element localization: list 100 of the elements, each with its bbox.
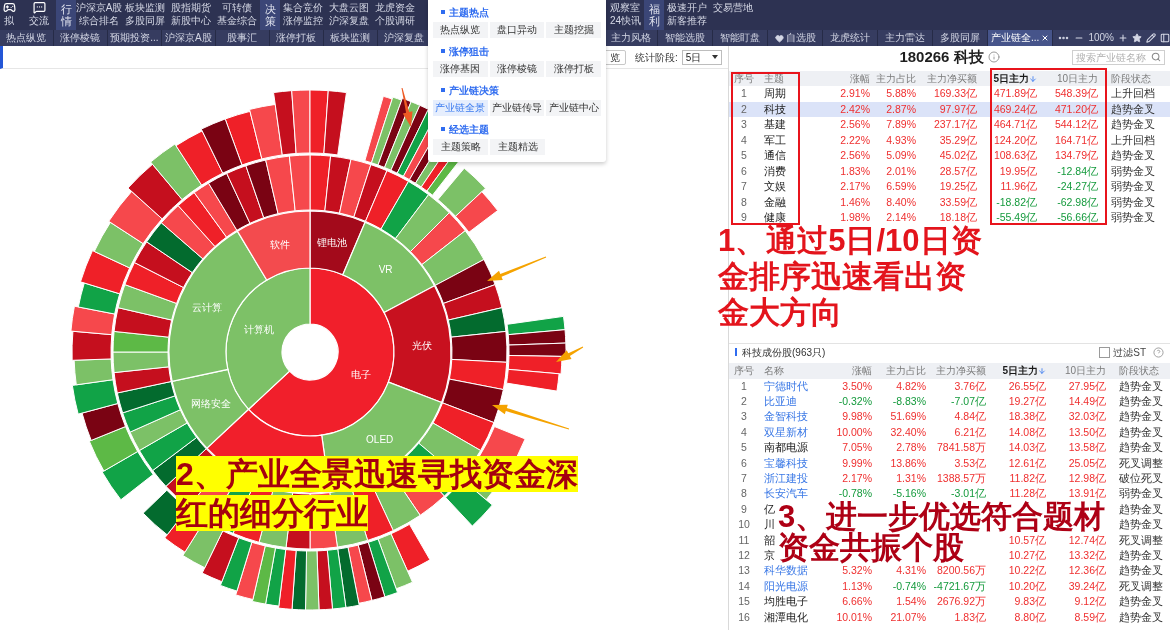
column-header[interactable]: 10日主力 xyxy=(1056,71,1098,86)
menu-item[interactable]: 产业链中心 xyxy=(546,100,601,116)
stock-name[interactable]: 川 xyxy=(764,517,775,533)
table-row[interactable]: 4 军工 2.22% 4.93% 35.29亿 124.20亿 164.71亿 上升回档 xyxy=(729,132,1170,148)
tab[interactable]: 涨停打板 xyxy=(269,30,324,46)
menu-link[interactable]: 可转债 xyxy=(222,1,252,14)
menu-link[interactable]: 集合竞价 xyxy=(283,1,323,14)
tab[interactable]: 产业链全... xyxy=(988,30,1054,46)
table-cell: 14.49亿 xyxy=(1068,394,1106,410)
column-header[interactable]: 名称 xyxy=(764,363,784,378)
pencil-icon[interactable] xyxy=(1146,33,1156,43)
stock-name[interactable]: 阳光电源 xyxy=(764,578,808,594)
column-header[interactable]: 5日主力 xyxy=(1002,363,1046,378)
stock-name[interactable]: 比亚迪 xyxy=(764,394,797,410)
tab[interactable]: 预期投资... xyxy=(107,30,162,46)
menu-item[interactable]: 主题精选 xyxy=(490,139,545,155)
menu-link[interactable]: 新客推荐 xyxy=(667,14,707,27)
menu-item[interactable]: 涨停基因 xyxy=(433,61,488,77)
tab[interactable]: 涨停棱镜 xyxy=(53,30,108,46)
menu-link[interactable]: 股指期货 xyxy=(171,1,211,14)
menu-item[interactable]: 热点纵览 xyxy=(433,22,488,38)
overview-button[interactable]: 览 xyxy=(604,49,626,65)
menu-link[interactable]: 观察室 xyxy=(610,1,640,14)
column-header[interactable]: 阶段状态 xyxy=(1111,71,1151,86)
menu-link[interactable]: 沪深复盘 xyxy=(329,14,369,27)
menu-link[interactable]: 新股中心 xyxy=(171,14,211,27)
menu-link[interactable]: 板块监测 xyxy=(125,1,165,14)
tab[interactable]: 股事汇 xyxy=(215,30,270,46)
column-header[interactable]: 阶段状态 xyxy=(1119,363,1159,378)
stock-name[interactable]: 京 xyxy=(764,548,775,563)
checkbox[interactable] xyxy=(1099,346,1111,358)
theme-name: 健康 xyxy=(764,210,786,224)
tab[interactable]: 智能选股 xyxy=(658,30,714,46)
tab[interactable]: 主力雷达 xyxy=(878,30,934,46)
menu-item[interactable]: 产业链传导 xyxy=(489,100,545,116)
table-row[interactable]: 7 文娱 2.17% 6.59% 19.25亿 11.96亿 -24.27亿 弱势金叉 xyxy=(729,179,1170,195)
search-icon[interactable] xyxy=(1151,52,1161,62)
table-row[interactable]: 8 金融 1.46% 8.40% 33.59亿 -18.82亿 -62.98亿 弱势金叉 xyxy=(729,194,1170,210)
panel-icon[interactable] xyxy=(1160,33,1170,43)
stock-name[interactable]: 科华数据 xyxy=(764,563,808,579)
menu-item[interactable]: 主题策略 xyxy=(433,139,488,155)
stock-name[interactable]: 亿 xyxy=(764,501,775,517)
menu-link[interactable]: 综合排名 xyxy=(79,14,119,27)
column-header[interactable]: 主力占比 xyxy=(876,71,916,86)
menu-link[interactable]: 个股调研 xyxy=(375,14,415,27)
stock-name[interactable]: 长安汽车 xyxy=(764,486,808,502)
stock-name[interactable]: 宝馨科技 xyxy=(764,455,808,471)
stock-name[interactable]: 韶 xyxy=(764,532,775,548)
shortcut-button[interactable]: 交流 xyxy=(26,0,52,30)
menu-item[interactable]: 产业链全景 xyxy=(433,100,488,116)
column-header[interactable]: 主题 xyxy=(764,71,784,86)
tab[interactable]: 智能盯盘 xyxy=(713,30,769,46)
menu-link[interactable]: 多股同屏 xyxy=(125,14,165,27)
menu-link[interactable]: 龙虎资金 xyxy=(375,1,415,14)
stock-name[interactable]: 均胜电子 xyxy=(764,594,808,610)
column-header[interactable]: 涨幅 xyxy=(852,363,872,378)
menu-item[interactable]: 涨停棱镜 xyxy=(489,61,545,77)
column-header[interactable]: 主力净买额 xyxy=(936,363,986,378)
table-cell: 10.01% xyxy=(836,609,872,625)
stock-name[interactable]: 金智科技 xyxy=(764,409,808,425)
tab[interactable]: 自选股 xyxy=(768,30,824,46)
column-header[interactable]: 序号 xyxy=(734,363,754,378)
menu-item[interactable]: 涨停打板 xyxy=(546,61,601,77)
column-header[interactable]: 主力净买额 xyxy=(927,71,977,86)
table-row[interactable]: 3 基建 2.56% 7.89% 237.17亿 464.71亿 544.12亿 趋势金叉 xyxy=(729,117,1170,133)
table-row[interactable]: 9 健康 1.98% 2.14% 18.18亿 -55.49亿 -56.66亿 弱势金叉 xyxy=(729,210,1170,226)
zoom-in-icon[interactable] xyxy=(1118,33,1128,43)
star-icon[interactable] xyxy=(1132,33,1142,43)
close-icon[interactable] xyxy=(1041,34,1050,42)
stock-name[interactable]: 宁德时代 xyxy=(764,378,808,394)
menu-link[interactable]: 24快讯 xyxy=(610,14,642,27)
stock-name[interactable]: 双星新材 xyxy=(764,424,808,440)
menu-item[interactable]: 盘口异动 xyxy=(489,22,545,38)
tab[interactable]: 龙虎统计 xyxy=(823,30,879,46)
stock-name[interactable]: 湘潭电化 xyxy=(764,609,808,625)
table-row[interactable]: 2 科技 2.42% 2.87% 97.97亿 469.24亿 471.20亿 趋势金叉 xyxy=(729,101,1170,117)
menu-link[interactable]: 沪深京A股 xyxy=(75,1,123,14)
column-header[interactable]: 10日主力 xyxy=(1064,363,1106,378)
menu-link[interactable]: 涨停监控 xyxy=(283,14,323,27)
search-field[interactable]: 搜索产业链名称 xyxy=(1072,49,1165,65)
menu-link[interactable]: 大盘云图 xyxy=(329,1,369,14)
menu-link[interactable]: 基金综合 xyxy=(217,14,257,27)
period-select[interactable]: 5日 xyxy=(681,49,722,65)
sunburst-slice xyxy=(323,90,347,156)
tab[interactable]: 热点纵览 xyxy=(0,30,54,46)
menu-item[interactable]: 主题挖掘 xyxy=(546,22,601,38)
table-row[interactable]: 6 消费 1.83% 2.01% 28.57亿 19.95亿 -12.84亿 弱势金叉 xyxy=(729,163,1170,179)
menu-link[interactable]: 极速开户 xyxy=(667,1,707,14)
column-header[interactable]: 涨幅 xyxy=(850,71,870,86)
column-header[interactable]: 5日主力 xyxy=(993,71,1037,86)
stock-name[interactable]: 浙江建投 xyxy=(764,471,808,487)
column-header[interactable]: 主力占比 xyxy=(886,363,926,378)
table-row[interactable]: 5 通信 2.56% 5.09% 45.02亿 108.63亿 134.79亿 趋势金叉 xyxy=(729,148,1170,164)
shortcut-button[interactable]: 拟 xyxy=(0,0,18,30)
tab[interactable]: 板块监测 xyxy=(323,30,378,46)
menu-link[interactable]: 交易营地 xyxy=(713,1,753,14)
table-row[interactable]: 1 周期 2.91% 5.88% 169.33亿 471.89亿 548.39亿 上升回档 xyxy=(729,86,1170,102)
stock-name[interactable]: 南都电源 xyxy=(764,440,808,456)
column-header[interactable]: 序号 xyxy=(734,71,754,86)
tab[interactable]: 沪深京A股 xyxy=(161,30,216,46)
